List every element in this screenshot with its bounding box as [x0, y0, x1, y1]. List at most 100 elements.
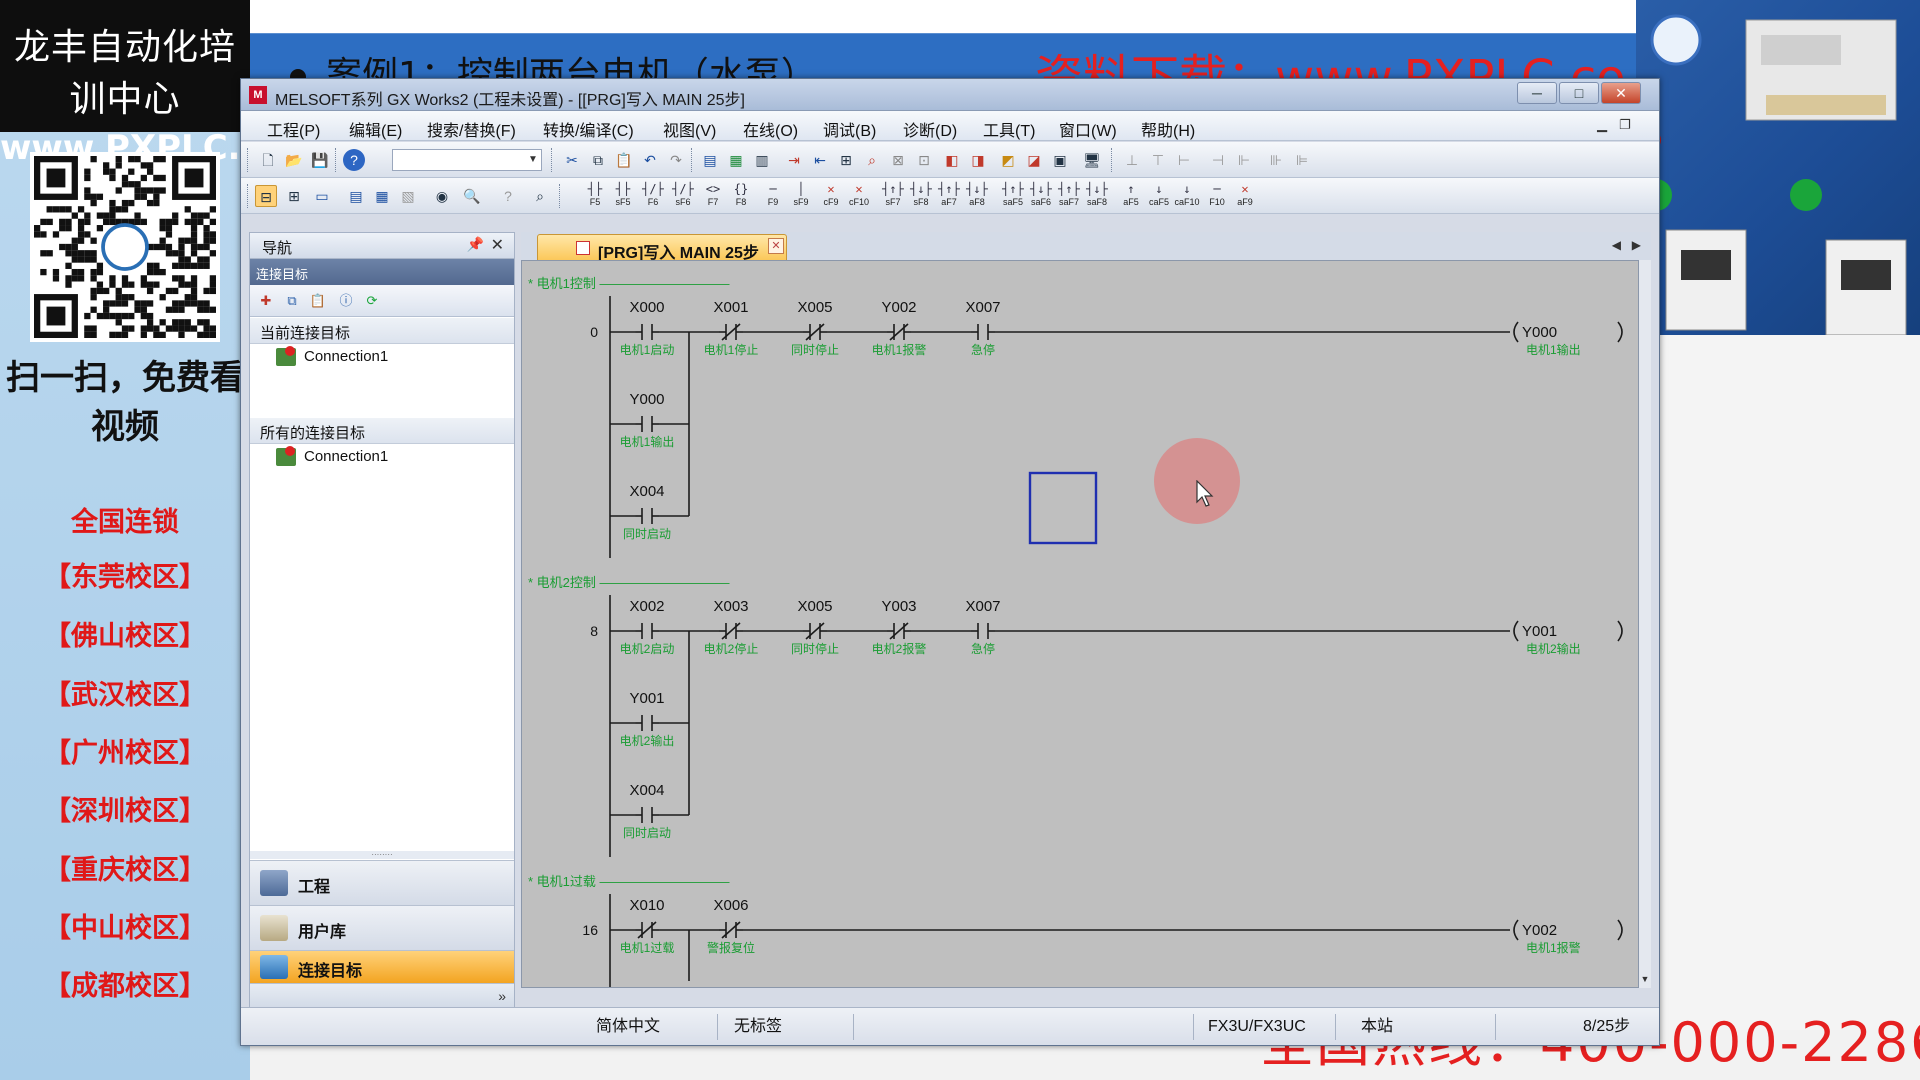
paste-icon[interactable]: 📋 — [613, 149, 635, 171]
maximize-button[interactable]: □ — [1559, 82, 1599, 104]
menu-convert[interactable]: 转换/编译(C) — [543, 117, 634, 141]
ladder-key-saf8-button[interactable]: ┤↓├ saF8 — [1083, 182, 1111, 210]
open-folder-icon[interactable]: 📂 — [283, 149, 305, 171]
ladder-key-f8-button[interactable]: {} F8 — [727, 182, 755, 210]
device-batch-icon[interactable]: ▤ — [345, 185, 367, 207]
menu-help[interactable]: 帮助(H) — [1141, 117, 1195, 141]
ladder-key-af5-button[interactable]: ↑ aF5 — [1117, 182, 1145, 210]
scroll-down-icon[interactable]: ▼ — [1639, 974, 1651, 984]
ladder-comment-icon[interactable]: ⊫ — [1291, 149, 1313, 171]
read-from-plc-icon[interactable]: ⇤ — [809, 149, 831, 171]
help-icon[interactable]: ? — [343, 149, 365, 171]
ladder-key-f9-button[interactable]: ─ F9 — [759, 182, 787, 210]
ladder-key-af9-button[interactable]: ✕ aF9 — [1231, 182, 1259, 210]
ladder-insert-row-icon[interactable]: ⊥ — [1121, 149, 1143, 171]
title-bar[interactable]: M MELSOFT系列 GX Works2 (工程未设置) - [[PRG]写入… — [241, 79, 1659, 111]
ladder-key-saf6-button[interactable]: ┤↓├ saF6 — [1027, 182, 1055, 210]
vertical-scrollbar[interactable]: ▼ — [1639, 260, 1651, 988]
copy-icon[interactable]: ⧉ — [587, 149, 609, 171]
menu-window[interactable]: 窗口(W) — [1059, 117, 1117, 141]
ladder-key-cf9-button[interactable]: ✕ cF9 — [817, 182, 845, 210]
ladder-key-sf8-button[interactable]: ┤↓├ sF8 — [907, 182, 935, 210]
monitor-icon[interactable]: ◧ — [941, 149, 963, 171]
undo-icon[interactable]: ↶ — [639, 149, 661, 171]
menu-find-replace[interactable]: 搜索/替换(F) — [427, 117, 516, 141]
menu-debug[interactable]: 调试(B) — [823, 117, 876, 141]
write-to-plc-icon[interactable]: ⇥ — [783, 149, 805, 171]
ladder-key-af8-button[interactable]: ┤↓├ aF8 — [963, 182, 991, 210]
new-file-icon[interactable]: 🗋 — [257, 149, 279, 171]
simulation-icon[interactable]: 🖥 — [1081, 149, 1103, 171]
new-connection-icon[interactable]: ✚ — [256, 291, 276, 311]
menu-view[interactable]: 视图(V) — [663, 117, 716, 141]
device-comment-icon[interactable]: ▦ — [725, 149, 747, 171]
ladder-key-f7-button[interactable]: <> F7 — [699, 182, 727, 210]
device-use-icon[interactable]: ⊡ — [913, 149, 935, 171]
ladder-key-cf10-button[interactable]: ✕ cF10 — [845, 182, 873, 210]
minimize-button[interactable]: ─ — [1517, 82, 1557, 104]
start-monitor-icon[interactable]: ◪ — [1023, 149, 1045, 171]
verify-icon[interactable]: ⊞ — [835, 149, 857, 171]
mdi-minimize-icon[interactable]: ▁ — [1597, 117, 1607, 133]
parameter-icon[interactable]: ⊞ — [283, 185, 305, 207]
toolbar-combo[interactable]: ▼ — [392, 149, 542, 171]
ladder-key-f10-button[interactable]: ─ F10 — [1203, 182, 1231, 210]
nav-project-button[interactable]: 工程 — [250, 860, 514, 905]
close-icon[interactable]: ✕ — [491, 235, 504, 255]
menu-tools[interactable]: 工具(T) — [983, 117, 1035, 141]
nav-user-library-button[interactable]: 用户库 — [250, 905, 514, 950]
device-memory-icon[interactable]: ▥ — [751, 149, 773, 171]
ladder-edit-icon[interactable]: ⊩ — [1233, 149, 1255, 171]
search-device-icon[interactable]: ⌕ — [861, 149, 883, 171]
project-tree-icon[interactable]: ⊟ — [255, 185, 277, 207]
program-window-icon[interactable]: ▭ — [311, 185, 333, 207]
nav-connection-target-button[interactable]: 连接目标 — [250, 950, 514, 983]
splitter-grip[interactable]: ········ — [250, 851, 514, 859]
save-icon[interactable]: 💾 — [309, 149, 331, 171]
monitor-write-icon[interactable]: ◨ — [967, 149, 989, 171]
close-tab-icon[interactable]: ✕ — [768, 238, 784, 254]
question-icon[interactable]: ? — [497, 185, 519, 207]
menu-online[interactable]: 在线(O) — [743, 117, 798, 141]
tab-prg-main[interactable]: [PRG]写入 MAIN 25步 ✕ — [537, 234, 787, 262]
ladder-delete-row-icon[interactable]: ⊤ — [1147, 149, 1169, 171]
ladder-key-saf5-button[interactable]: ┤↑├ saF5 — [999, 182, 1027, 210]
device-dev-icon[interactable]: ▦ — [371, 185, 393, 207]
cut-icon[interactable]: ✂ — [561, 149, 583, 171]
ladder-key-f5-button[interactable]: ┤├ F5 — [581, 182, 609, 210]
paste-connection-icon[interactable]: 📋 — [308, 291, 328, 311]
device-list-icon[interactable]: ▤ — [699, 149, 721, 171]
ladder-key-sf6-button[interactable]: ┤/├ sF6 — [669, 182, 697, 210]
ladder-delete-col-icon[interactable]: ⊣ — [1207, 149, 1229, 171]
menu-diagnostics[interactable]: 诊断(D) — [903, 117, 957, 141]
ladder-key-caf10-button[interactable]: ↓ caF10 — [1173, 182, 1201, 210]
device-dev-disabled-icon[interactable]: ▧ — [397, 185, 419, 207]
copy-connection-icon[interactable]: ⧉ — [282, 291, 302, 311]
ladder-insert-col-icon[interactable]: ⊢ — [1173, 149, 1195, 171]
ladder-key-saf7-button[interactable]: ┤↑├ saF7 — [1055, 182, 1083, 210]
tab-scroll-right-icon[interactable]: ▶ — [1632, 238, 1641, 252]
ladder-key-f6-button[interactable]: ┤/├ F6 — [639, 182, 667, 210]
ladder-key-caf5-button[interactable]: ↓ caF5 — [1145, 182, 1173, 210]
ladder-key-af7-button[interactable]: ┤↑├ aF7 — [935, 182, 963, 210]
watch-icon[interactable]: ◩ — [997, 149, 1019, 171]
ladder-key-sf5-button[interactable]: ┤├ sF5 — [609, 182, 637, 210]
zoom-search-icon[interactable]: 🔍 — [461, 185, 483, 207]
view-mode-icon[interactable]: ◉ — [431, 185, 453, 207]
ladder-key-sf7-button[interactable]: ┤↑├ sF7 — [879, 182, 907, 210]
menu-project[interactable]: 工程(P) — [267, 117, 320, 141]
stop-monitor-icon[interactable]: ▣ — [1049, 149, 1071, 171]
cross-reference-icon[interactable]: ⊠ — [887, 149, 909, 171]
pin-icon[interactable]: 📌 — [467, 236, 484, 253]
refresh-icon[interactable]: ⟳ — [362, 291, 382, 311]
ladder-zoom-icon[interactable]: ⊪ — [1265, 149, 1287, 171]
mdi-restore-icon[interactable]: ❐ — [1619, 117, 1631, 133]
find-binoculars-icon[interactable]: ⌕ — [529, 185, 551, 207]
ladder-key-sf9-button[interactable]: │ sF9 — [787, 182, 815, 210]
redo-icon[interactable]: ↷ — [665, 149, 687, 171]
menu-edit[interactable]: 编辑(E) — [349, 117, 402, 141]
ladder-editor[interactable]: * 电机1控制 —————————— 0 X000 电机1启动 X001 电机1停止 X00… — [521, 260, 1639, 988]
tab-scroll-left-icon[interactable]: ◀ — [1612, 238, 1621, 252]
connection-properties-icon[interactable]: ⓘ — [336, 291, 356, 311]
close-button[interactable]: ✕ — [1601, 82, 1641, 104]
